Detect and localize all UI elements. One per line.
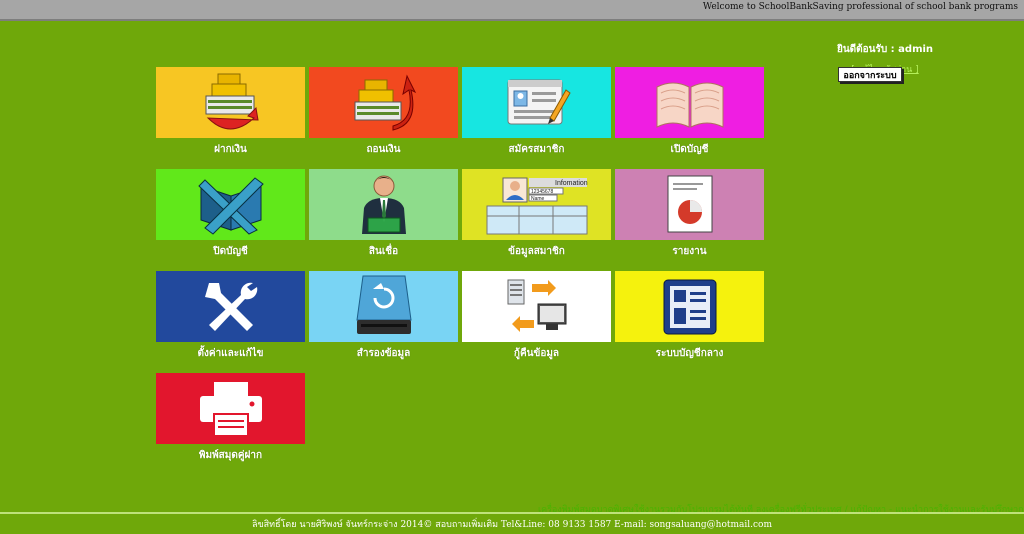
- tile-loan-label: สินเชื่อ: [368, 246, 399, 257]
- tile-report-label: รายงาน: [672, 246, 707, 257]
- tile-report-box: [615, 169, 764, 240]
- tile-open-account-box: [615, 67, 764, 138]
- logout-button[interactable]: ออกจากระบบ: [838, 67, 902, 82]
- top-bar: Welcome to SchoolBankSaving professional…: [0, 0, 1024, 21]
- tile-loan-box: [309, 169, 458, 240]
- footer-text: ลิขสิทธิ์โดย นายศิริพงษ์ จันทร์กระจ่าง 2…: [252, 520, 772, 530]
- tile-print-passbook-box: [156, 373, 305, 444]
- tile-open-account[interactable]: เปิดบัญชี: [615, 67, 764, 157]
- ledger-document-icon: [663, 279, 716, 334]
- tile-loan[interactable]: สินเชื่อ: [309, 169, 458, 259]
- footer-divider: [0, 512, 1024, 514]
- report-pie-chart-icon: [667, 175, 712, 232]
- tile-deposit-box: [156, 67, 305, 138]
- info-card-field1: 12345678: [531, 189, 553, 195]
- tile-central-ledger[interactable]: ระบบบัญชีกลาง: [615, 271, 764, 361]
- tile-close-account[interactable]: ปิดบัญชี: [156, 169, 305, 259]
- tile-withdraw-label: ถอนเงิน: [366, 144, 401, 155]
- tile-backup[interactable]: สำรองข้อมูล: [309, 271, 458, 361]
- printer-icon: [199, 381, 262, 437]
- welcome-user-text: ยินดีต้อนรับ : admin: [836, 44, 934, 55]
- info-card-field2: Name: [531, 196, 545, 202]
- tile-settings-label: ตั้งค่าและแก้ไข: [197, 348, 264, 359]
- tile-restore-label: กู้คืนข้อมูล: [513, 348, 560, 359]
- tile-close-account-box: [156, 169, 305, 240]
- tile-backup-label: สำรองข้อมูล: [356, 348, 411, 359]
- welcome-text: Welcome to SchoolBankSaving professional…: [702, 2, 1018, 12]
- tile-print-passbook[interactable]: พิมพ์สมุดคู่ฝาก: [156, 373, 305, 463]
- tile-central-ledger-box: [615, 271, 764, 342]
- tile-register-member-box: [462, 67, 611, 138]
- tile-report[interactable]: รายงาน: [615, 169, 764, 259]
- businessman-icon: [361, 175, 406, 234]
- open-book-icon: [656, 82, 723, 128]
- withdraw-money-icon: [354, 74, 416, 131]
- tile-central-ledger-label: ระบบบัญชีกลาง: [655, 348, 724, 359]
- tools-icon: [204, 282, 257, 331]
- tile-restore-box: [462, 271, 611, 342]
- info-card-title: Infomation: [555, 180, 588, 187]
- deposit-money-icon: [205, 73, 259, 129]
- register-member-icon: [507, 79, 571, 124]
- tile-open-account-label: เปิดบัญชี: [670, 144, 709, 155]
- tile-deposit-label: ฝากเงิน: [214, 144, 247, 155]
- tile-register-member[interactable]: สมัครสมาชิก: [462, 67, 611, 157]
- tile-close-account-label: ปิดบัญชี: [213, 246, 248, 257]
- tile-member-info[interactable]: Infomation 12345678 Name ข้อมูลสมาชิก: [462, 169, 611, 259]
- tile-settings-box: [156, 271, 305, 342]
- tile-member-info-box: Infomation 12345678 Name: [462, 169, 611, 240]
- tile-print-passbook-label: พิมพ์สมุดคู่ฝาก: [198, 450, 263, 461]
- close-account-icon: [197, 176, 264, 235]
- backup-drive-icon: [355, 275, 412, 334]
- tile-settings[interactable]: ตั้งค่าและแก้ไข: [156, 271, 305, 361]
- tile-member-info-label: ข้อมูลสมาชิก: [508, 246, 565, 257]
- tile-withdraw-box: [309, 67, 458, 138]
- tile-backup-box: [309, 271, 458, 342]
- tile-withdraw[interactable]: ถอนเงิน: [309, 67, 458, 157]
- tile-deposit[interactable]: ฝากเงิน: [156, 67, 305, 157]
- restore-data-icon: [507, 279, 566, 332]
- member-info-card-icon: Infomation 12345678 Name: [486, 177, 588, 234]
- tile-restore[interactable]: กู้คืนข้อมูล: [462, 271, 611, 361]
- tile-register-member-label: สมัครสมาชิก: [508, 144, 565, 155]
